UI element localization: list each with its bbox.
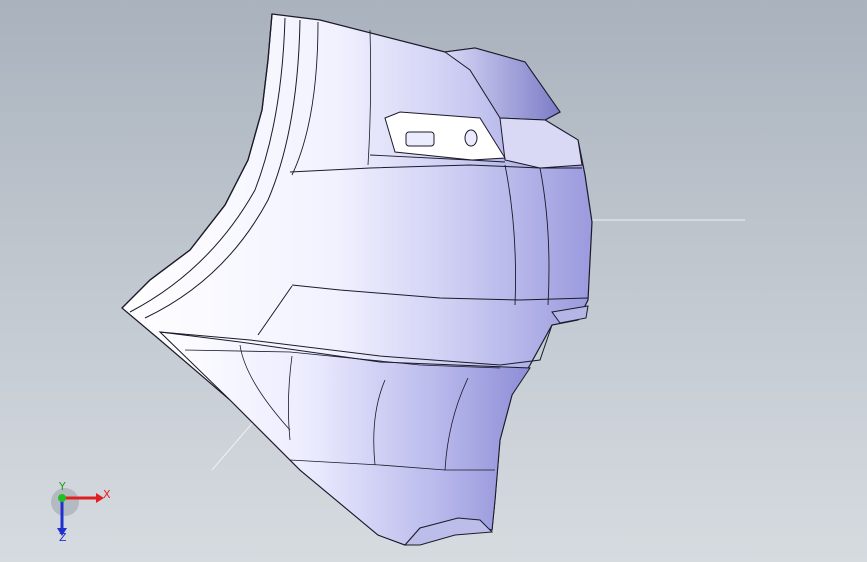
axis-y-label: Y	[59, 480, 66, 493]
pocket-slot	[405, 131, 435, 147]
reference-line-lower	[211, 419, 256, 471]
pocket-hole	[464, 129, 478, 147]
upper-step-facet	[499, 117, 583, 169]
coordinate-triad[interactable]: X Y Z	[40, 480, 120, 550]
graphics-viewport[interactable]: X Y Z	[0, 0, 867, 562]
axis-z-label: Z	[59, 531, 67, 544]
3d-model-view[interactable]	[0, 0, 867, 562]
axis-x-label: X	[103, 488, 111, 501]
